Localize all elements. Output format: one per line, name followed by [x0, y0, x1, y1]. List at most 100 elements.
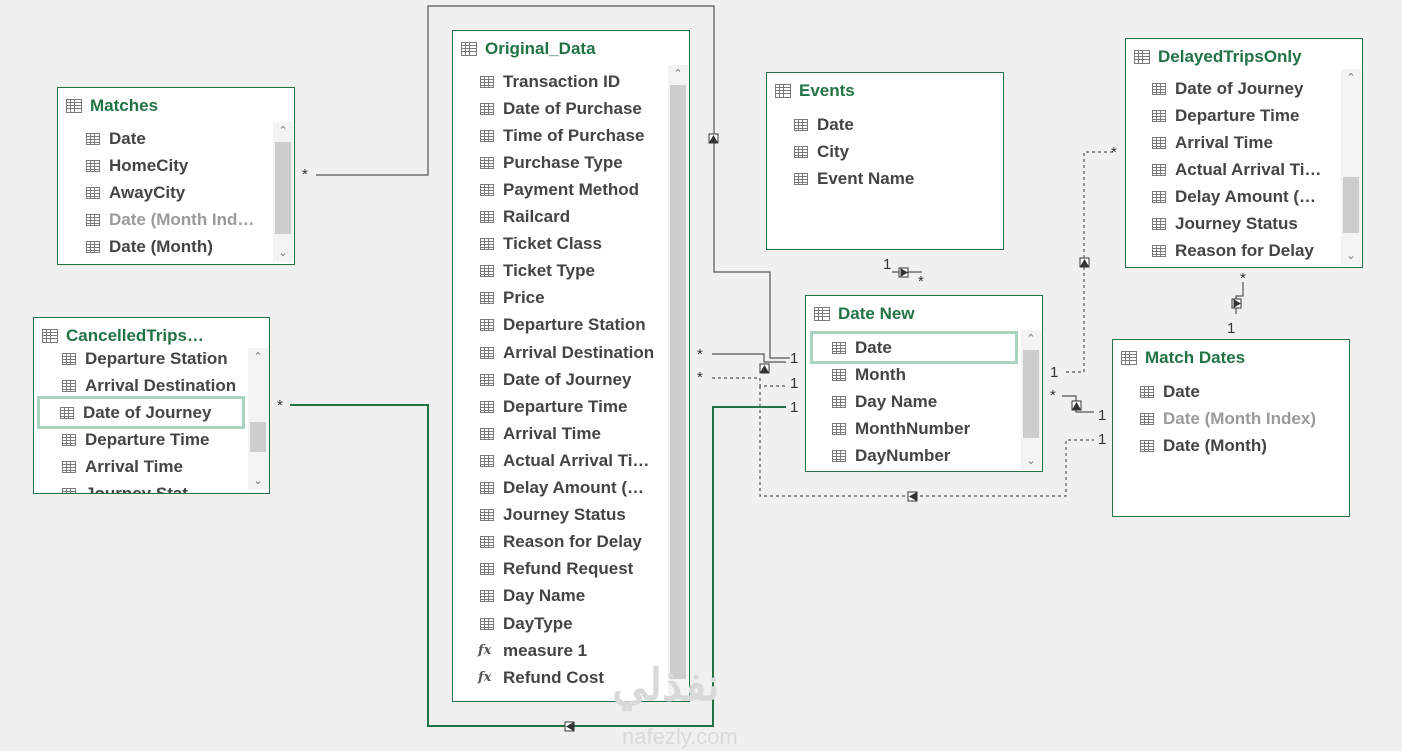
column-item[interactable]: Arrival Time — [480, 420, 601, 447]
column-item[interactable]: Refund Request — [480, 556, 633, 583]
scroll-down-arrow[interactable]: ⌄ — [248, 472, 268, 490]
table-icon — [1121, 351, 1137, 365]
scroll-up-arrow[interactable]: ⌃ — [273, 122, 293, 140]
column-item[interactable]: Actual Arrival Ti… — [1152, 156, 1321, 183]
scroll-down-arrow[interactable]: ⌄ — [1021, 452, 1041, 470]
measure-item[interactable]: fx Refund Cost — [478, 664, 604, 691]
column-item[interactable]: DayType — [480, 610, 573, 637]
column-item[interactable]: HomeCity — [86, 152, 188, 179]
column-item[interactable]: Event Name — [794, 165, 914, 192]
scroll-thumb[interactable] — [250, 422, 266, 452]
cardinality-many: * — [697, 346, 703, 363]
column-item[interactable]: DayNumber — [832, 442, 950, 469]
scroll-down-arrow[interactable]: ⌄ — [1341, 247, 1361, 265]
column-item[interactable]: Day Name — [480, 583, 585, 610]
column-item[interactable]: Actual Arrival Ti… — [480, 447, 649, 474]
column-item[interactable]: Journey Status — [480, 502, 626, 529]
column-item[interactable]: Journey Stat… — [62, 480, 205, 493]
column-item[interactable]: Departure Time — [1152, 102, 1299, 129]
table-header[interactable]: Events — [775, 81, 855, 101]
scrollbar[interactable]: ⌃ ⌄ — [1341, 69, 1361, 265]
column-item[interactable]: Month — [832, 361, 906, 388]
table-matches[interactable]: Matches Date HomeCity AwayCity Date (Mon… — [57, 87, 295, 265]
table-header[interactable]: DelayedTripsOnly — [1134, 47, 1302, 67]
column-item[interactable]: Date (Month) — [1140, 432, 1267, 459]
column-item[interactable]: Arrival Destination — [62, 372, 236, 399]
column-item[interactable]: Delay Amount (… — [1152, 183, 1316, 210]
column-item[interactable]: Date of Journey — [480, 366, 631, 393]
scroll-up-arrow[interactable]: ⌃ — [1341, 69, 1361, 87]
column-item[interactable]: AwayCity — [86, 179, 185, 206]
column-item[interactable]: Ticket Type — [480, 258, 595, 285]
column-item[interactable]: Day Name — [832, 388, 937, 415]
column-item[interactable]: Date — [86, 125, 146, 152]
scroll-up-arrow[interactable]: ⌃ — [1021, 330, 1041, 348]
column-item[interactable]: Ticket Class — [480, 231, 602, 258]
column-item[interactable]: Departure Time — [62, 426, 209, 453]
table-match-dates[interactable]: Match Dates Date Date (Month Index) Date… — [1112, 339, 1350, 517]
column-item-selected[interactable]: Date of Journey — [37, 396, 245, 429]
column-item[interactable]: Arrival Destination — [480, 339, 654, 366]
cardinality-many: * — [697, 369, 703, 386]
column-item-hidden[interactable]: Date (Month Ind… — [86, 206, 254, 233]
scrollbar[interactable]: ⌃ ⌄ — [273, 122, 293, 262]
table-header[interactable]: Date New — [814, 304, 915, 324]
scroll-thumb[interactable] — [1343, 177, 1359, 233]
column-icon — [62, 352, 76, 365]
scrollbar[interactable]: ⌃ ⌄ — [248, 348, 268, 490]
table-header[interactable]: Matches — [66, 96, 158, 116]
cardinality-many: * — [1111, 144, 1117, 161]
scroll-thumb[interactable] — [1023, 350, 1039, 438]
scroll-up-arrow[interactable]: ⌃ — [668, 65, 688, 83]
scrollbar[interactable]: ⌃ ⌄ — [1021, 330, 1041, 470]
table-title: CancelledTrips… — [66, 326, 204, 345]
column-item[interactable]: Arrival Time — [1152, 129, 1273, 156]
table-header[interactable]: CancelledTrips… — [42, 326, 204, 346]
column-item-selected[interactable]: Date — [810, 331, 1018, 364]
table-date-new[interactable]: Date New Date Month Day Name MonthNumber… — [805, 295, 1043, 472]
column-item[interactable]: Reason for Delay — [1152, 237, 1314, 264]
column-item[interactable]: Departure Station — [62, 345, 228, 372]
column-icon — [1152, 190, 1166, 203]
column-item[interactable]: Departure Station — [480, 312, 646, 339]
scroll-thumb[interactable] — [275, 142, 291, 234]
table-title: Match Dates — [1145, 348, 1246, 367]
column-item[interactable]: Reason for Delay — [480, 529, 642, 556]
column-icon — [832, 395, 846, 408]
column-item[interactable]: Transaction ID — [480, 68, 620, 95]
table-delayedtripsonly[interactable]: DelayedTripsOnly Date of Journey Departu… — [1125, 38, 1363, 268]
column-item[interactable]: Date of Journey — [1152, 75, 1303, 102]
column-icon — [86, 132, 100, 145]
column-item[interactable]: Arrival Time — [62, 453, 183, 480]
table-header[interactable]: Original_Data — [461, 39, 596, 59]
column-icon — [480, 265, 494, 278]
column-item[interactable]: Date of Purchase — [480, 95, 642, 122]
column-item[interactable]: Date (Month) — [86, 233, 213, 260]
column-item[interactable]: Date — [1140, 378, 1200, 405]
cardinality-one: 1 — [790, 350, 799, 367]
column-item[interactable]: Date — [794, 111, 854, 138]
column-item[interactable]: Journey Status — [1152, 210, 1298, 237]
table-events[interactable]: Events Date City Event Name — [766, 72, 1004, 250]
cardinality-many: * — [1050, 387, 1056, 404]
column-item[interactable]: Departure Time — [480, 393, 627, 420]
column-item[interactable]: City — [794, 138, 849, 165]
column-item-hidden[interactable]: Date (Month Index) — [1140, 405, 1316, 432]
column-item[interactable]: Delay Amount (… — [480, 475, 644, 502]
scroll-thumb[interactable] — [670, 85, 686, 679]
column-item[interactable]: Railcard — [480, 204, 570, 231]
column-icon — [794, 118, 808, 131]
table-original-data[interactable]: Original_Data Transaction ID Date of Purc… — [452, 30, 690, 702]
scroll-down-arrow[interactable]: ⌄ — [273, 244, 293, 262]
column-item[interactable]: MonthNumber — [832, 415, 970, 442]
table-cancelledtrips[interactable]: CancelledTrips… Departure Station Arriva… — [33, 317, 270, 494]
table-header[interactable]: Match Dates — [1121, 348, 1245, 368]
cardinality-many: * — [1240, 270, 1246, 287]
scroll-up-arrow[interactable]: ⌃ — [248, 348, 268, 366]
column-item[interactable]: Price — [480, 285, 545, 312]
column-item[interactable]: Payment Method — [480, 176, 639, 203]
measure-item[interactable]: fx measure 1 — [478, 637, 587, 664]
scrollbar[interactable]: ⌃ ⌄ — [668, 65, 688, 699]
column-item[interactable]: Time of Purchase — [480, 122, 644, 149]
column-item[interactable]: Purchase Type — [480, 149, 623, 176]
